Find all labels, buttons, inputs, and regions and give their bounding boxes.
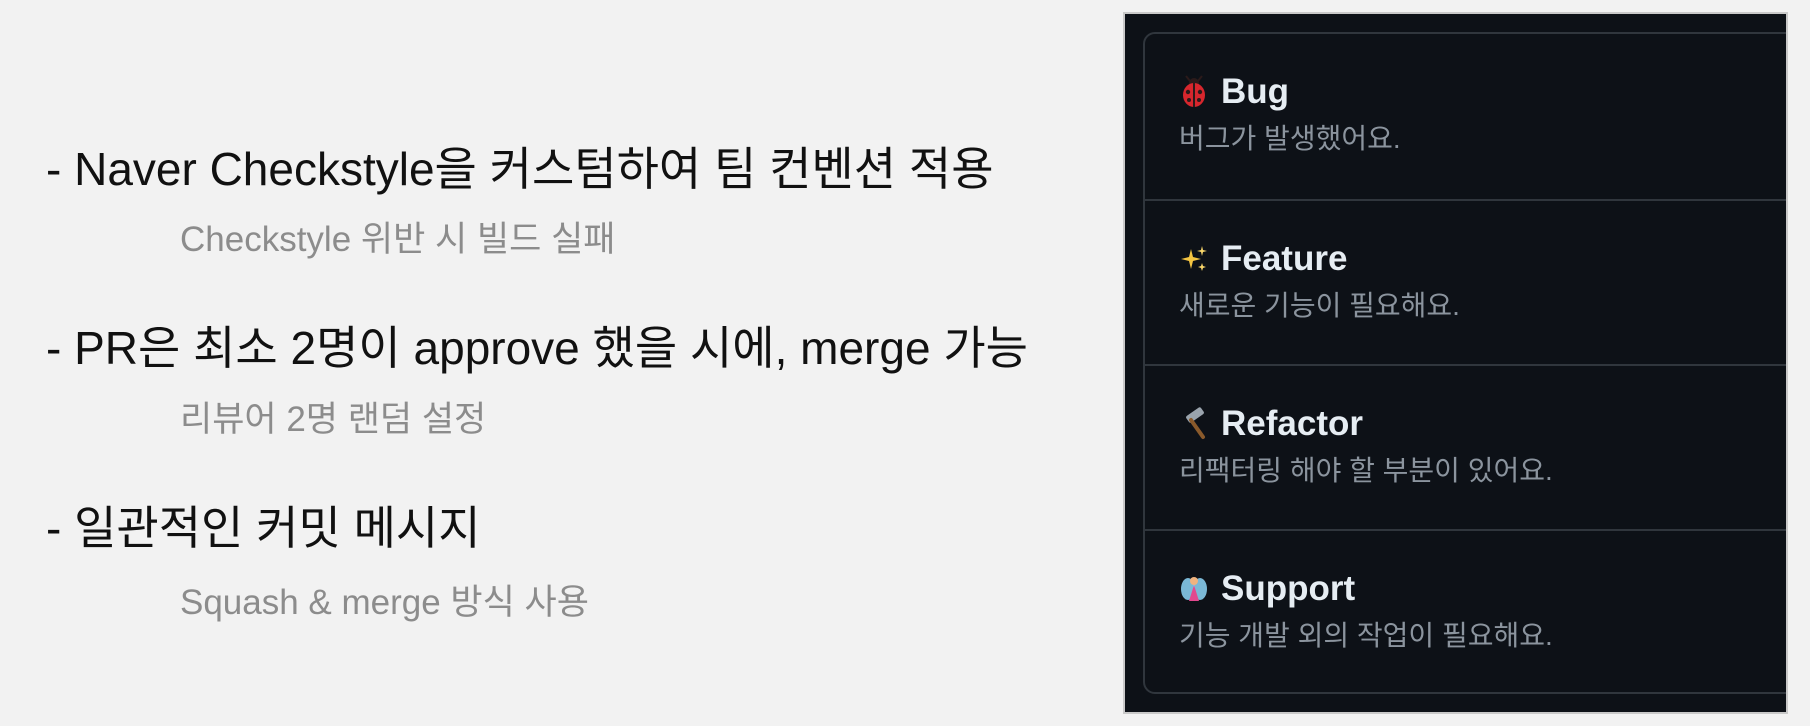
bullet-commit-message: - 일관적인 커밋 메시지 [46, 502, 481, 554]
issue-template-feature-title: Feature [1179, 237, 1347, 281]
bullet-commit-message-detail: Squash & merge 방식 사용 [180, 583, 589, 622]
ladybug-icon [1179, 75, 1209, 109]
issue-template-bug-description: 버그가 발생했어요. [1179, 123, 1401, 154]
bullet-checkstyle: - Naver Checkstyle을 커스텀하여 팀 컨벤션 적용 [46, 143, 994, 195]
issue-template-refactor-title: Refactor [1179, 402, 1363, 446]
issue-template-support-label: Support [1221, 569, 1356, 608]
issue-template-refactor-description: 리팩터링 해야 할 부분이 있어요. [1179, 455, 1553, 486]
issue-template-refactor[interactable]: Refactor 리팩터링 해야 할 부분이 있어요. [1145, 364, 1786, 529]
fairy-icon [1179, 572, 1209, 606]
issue-template-list: Bug 버그가 발생했어요. Feature 새로운 기능이 필요해요. Ref… [1143, 32, 1786, 694]
issue-template-support-description: 기능 개발 외의 작업이 필요해요. [1179, 620, 1553, 651]
issue-template-support-title: Support [1179, 567, 1355, 611]
issue-template-refactor-label: Refactor [1221, 404, 1363, 443]
issue-template-bug-title: Bug [1179, 70, 1289, 114]
issue-template-feature-label: Feature [1221, 239, 1348, 278]
issue-template-support[interactable]: Support 기능 개발 외의 작업이 필요해요. [1145, 529, 1786, 692]
hammer-icon [1179, 407, 1209, 441]
bullet-checkstyle-detail: Checkstyle 위반 시 빌드 실패 [180, 220, 616, 259]
bullet-pr-approve: - PR은 최소 2명이 approve 했을 시에, merge 가능 [46, 322, 1028, 374]
issue-template-feature-description: 새로운 기능이 필요해요. [1179, 290, 1460, 321]
bullet-pr-approve-detail: 리뷰어 2명 랜덤 설정 [180, 400, 487, 439]
sparkles-icon [1179, 242, 1209, 276]
issue-template-feature[interactable]: Feature 새로운 기능이 필요해요. [1145, 199, 1786, 364]
issue-template-bug-label: Bug [1221, 72, 1290, 111]
issue-template-panel: Bug 버그가 발생했어요. Feature 새로운 기능이 필요해요. Ref… [1123, 12, 1788, 714]
slide-content: - Naver Checkstyle을 커스텀하여 팀 컨벤션 적용 Check… [0, 0, 1100, 726]
issue-template-bug[interactable]: Bug 버그가 발생했어요. [1145, 34, 1786, 199]
